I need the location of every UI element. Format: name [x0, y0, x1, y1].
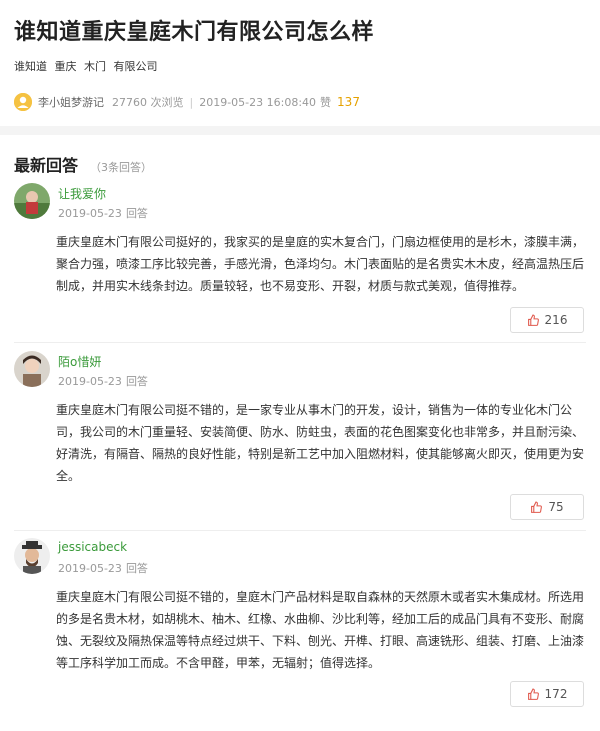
like-button[interactable]: 75 [510, 494, 584, 520]
user-name[interactable]: 让我爱你 [58, 185, 106, 202]
tag-link[interactable]: 谁知道 [14, 60, 47, 73]
tag-list: 谁知道 重庆 木门 有限公司 [14, 58, 162, 74]
thumbs-up-icon [531, 501, 543, 513]
thumbs-up-icon [527, 688, 539, 700]
author-avatar[interactable] [14, 93, 32, 111]
section-divider [0, 126, 600, 135]
author-name[interactable]: 李小姐梦游记 [38, 94, 104, 110]
like-count: 137 [337, 95, 360, 109]
tag-link[interactable]: 木门 [84, 60, 106, 73]
answers-count: （3条回答） [90, 161, 153, 174]
like-label[interactable]: 赞 [320, 94, 331, 110]
view-count: 27760 次浏览 [112, 96, 184, 109]
user-avatar[interactable] [14, 351, 50, 387]
like-button[interactable]: 172 [510, 681, 584, 707]
answer-date: 2019-05-23 回答 [58, 562, 148, 575]
answer-date: 2019-05-23 回答 [58, 375, 148, 388]
thumbs-up-icon [527, 314, 539, 326]
answer-text: 重庆皇庭木门有限公司挺不错的，是一家专业从事木门的开发，设计，销售为一体的专业化… [56, 403, 585, 483]
like-button[interactable]: 216 [510, 307, 584, 333]
tag-link[interactable]: 有限公司 [114, 60, 158, 73]
answer-item: 让我爱你 2019-05-23 回答 重庆皇庭木门有限公司挺好的，我家买的是皇庭的… [0, 183, 600, 353]
answer-item: 陌o惜妍 2019-05-23 回答 重庆皇庭木门有限公司挺不错的，是一家专业从事… [0, 351, 600, 526]
page-title: 谁知道重庆皇庭木门有限公司怎么样 [14, 20, 375, 45]
answer-divider [14, 342, 586, 343]
user-avatar[interactable] [14, 538, 50, 574]
user-name[interactable]: jessicabeck [58, 540, 127, 554]
meta-separator: | [189, 95, 194, 109]
user-avatar[interactable] [14, 183, 50, 219]
answer-date: 2019-05-23 回答 [58, 207, 148, 220]
post-datetime: 2019-05-23 16:08:40 [199, 95, 317, 109]
tag-link[interactable]: 重庆 [55, 60, 77, 73]
answers-heading: 最新回答 [14, 156, 79, 175]
answers-header: 最新回答 （3条回答） [14, 152, 152, 176]
like-count: 75 [548, 500, 564, 514]
like-count: 172 [544, 687, 568, 701]
like-count: 216 [544, 313, 568, 327]
question-meta: 李小姐梦游记 27760 次浏览 | 2019-05-23 16:08:40 赞… [14, 92, 360, 112]
answer-item: jessicabeck 2019-05-23 回答 重庆皇庭木门有限公司挺不错的，… [0, 538, 600, 731]
answer-divider [14, 530, 586, 531]
answer-text: 重庆皇庭木门有限公司挺好的，我家买的是皇庭的实木复合门，门扇边框使用的是杉木，漆… [56, 235, 585, 293]
answer-text: 重庆皇庭木门有限公司挺不错的，皇庭木门产品材料是取自森林的天然原木或者实木集成材… [56, 590, 585, 670]
user-name[interactable]: 陌o惜妍 [58, 353, 101, 370]
